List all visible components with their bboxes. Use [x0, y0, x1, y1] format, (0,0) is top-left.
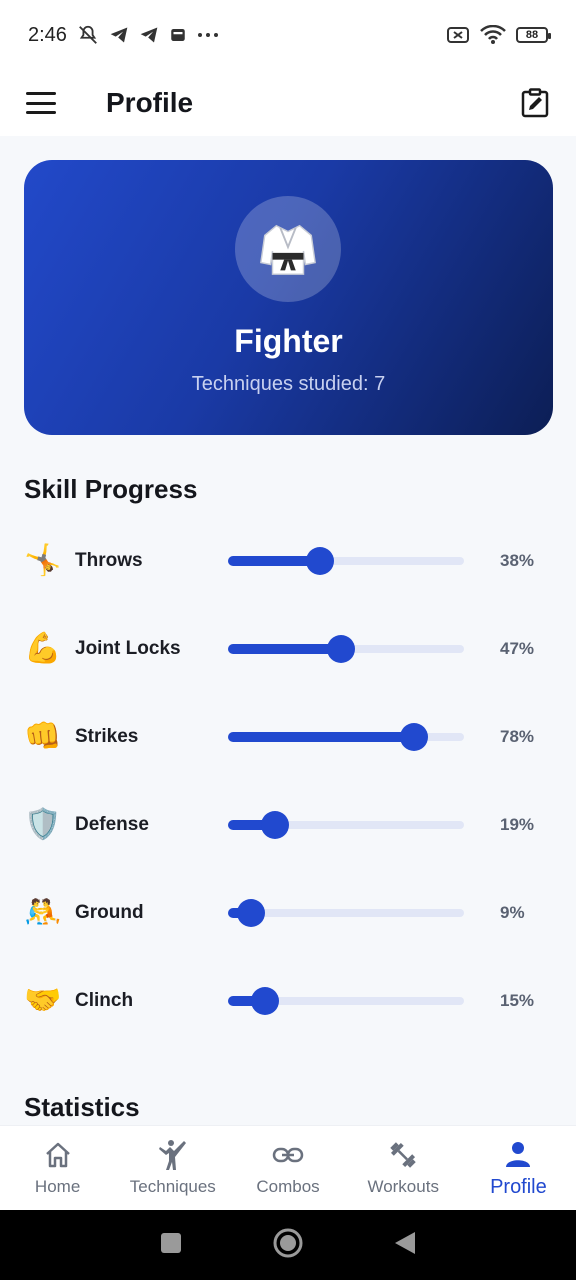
skill-name: Throws [75, 550, 143, 571]
nav-item-label: Combos [256, 1177, 320, 1196]
skill-name: Clinch [75, 990, 134, 1011]
skill-emoji-icon: 🤝 [24, 984, 62, 1017]
karate-gi-icon [260, 224, 316, 275]
skill-row: 💪 Joint Locks 47% [24, 625, 554, 673]
skill-progress-title: Skill Progress [24, 474, 198, 504]
skill-emoji-icon: 🤼 [24, 896, 62, 929]
skill-slider[interactable] [228, 981, 464, 1021]
profile-name: Fighter [234, 323, 343, 359]
battery-level: 88 [525, 29, 539, 41]
nav-item-profile[interactable]: Profile [461, 1126, 576, 1210]
martial-arts-icon [157, 1139, 189, 1171]
slider-thumb[interactable] [306, 547, 334, 575]
skill-row: 🤸 Throws 38% [24, 537, 554, 585]
status-time: 2:46 [28, 23, 67, 46]
avatar [235, 196, 341, 302]
skill-slider[interactable] [228, 893, 464, 933]
sim-icon [169, 26, 187, 44]
telegram-icon [109, 25, 129, 45]
slider-thumb[interactable] [261, 811, 289, 839]
nav-item-workouts[interactable]: Workouts [346, 1126, 461, 1210]
skill-percent: 9% [500, 903, 525, 922]
wifi-icon [480, 25, 506, 45]
menu-icon[interactable] [26, 92, 56, 114]
bottom-navigation: Home Techniques Combos Workouts Profile [0, 1126, 576, 1210]
profile-card: Fighter Techniques studied: 7 [24, 160, 553, 435]
battery-icon: 88 [516, 27, 551, 43]
edit-profile-button[interactable] [520, 88, 550, 118]
mute-icon [77, 24, 99, 46]
skill-row: 🛡️ Defense 19% [24, 801, 554, 849]
slider-thumb[interactable] [400, 723, 428, 751]
skill-percent: 38% [500, 551, 535, 570]
link-icon [272, 1139, 304, 1171]
dumbbell-icon [387, 1139, 419, 1171]
nav-item-label: Workouts [367, 1177, 439, 1196]
skill-percent: 19% [500, 815, 535, 834]
nav-item-label: Profile [490, 1175, 547, 1198]
no-sim-icon [446, 25, 470, 45]
home-icon [42, 1139, 74, 1171]
slider-thumb[interactable] [237, 899, 265, 927]
circle-icon [273, 1228, 303, 1257]
more-dots-icon [197, 31, 219, 39]
skill-row: 👊 Strikes 78% [24, 713, 554, 761]
recents-button[interactable] [159, 1231, 183, 1260]
slider-thumb[interactable] [251, 987, 279, 1015]
skill-row: 🤼 Ground 9% [24, 889, 554, 937]
home-system-button[interactable] [273, 1228, 303, 1263]
slider-fill [228, 732, 414, 742]
status-bar: 2:46 88 [0, 0, 576, 70]
edit-clipboard-icon [521, 88, 549, 118]
nav-item-label: Techniques [129, 1177, 216, 1196]
skill-slider[interactable] [228, 805, 464, 845]
back-button[interactable] [393, 1230, 417, 1261]
techniques-studied: Techniques studied: 7 [191, 373, 386, 395]
system-navigation-bar [0, 1210, 576, 1280]
square-icon [161, 1232, 181, 1253]
app-bar: Profile [0, 70, 576, 136]
skill-percent: 15% [500, 991, 535, 1010]
telegram-icon [139, 25, 159, 45]
slider-fill [228, 644, 341, 654]
nav-item-techniques[interactable]: Techniques [115, 1126, 230, 1210]
skill-percent: 47% [500, 639, 535, 658]
skill-slider[interactable] [228, 629, 464, 669]
skill-slider[interactable] [228, 717, 464, 757]
skill-emoji-icon: 🤸 [24, 544, 62, 577]
skill-name: Joint Locks [75, 638, 181, 659]
page-title: Profile [106, 87, 194, 118]
skill-emoji-icon: 💪 [24, 632, 62, 665]
nav-item-combos[interactable]: Combos [230, 1126, 345, 1210]
skill-percent: 78% [500, 727, 535, 746]
nav-item-label: Home [34, 1177, 81, 1196]
statistics-title: Statistics [24, 1092, 140, 1122]
skill-name: Defense [75, 814, 149, 835]
skill-emoji-icon: 👊 [24, 720, 62, 753]
skill-emoji-icon: 🛡️ [24, 808, 62, 841]
skill-name: Ground [75, 902, 144, 923]
skill-slider[interactable] [228, 541, 464, 581]
skill-name: Strikes [75, 726, 139, 747]
skill-row: 🤝 Clinch 15% [24, 977, 554, 1025]
person-icon [502, 1138, 534, 1170]
triangle-back-icon [395, 1231, 415, 1254]
nav-item-home[interactable]: Home [0, 1126, 115, 1210]
slider-thumb[interactable] [327, 635, 355, 663]
